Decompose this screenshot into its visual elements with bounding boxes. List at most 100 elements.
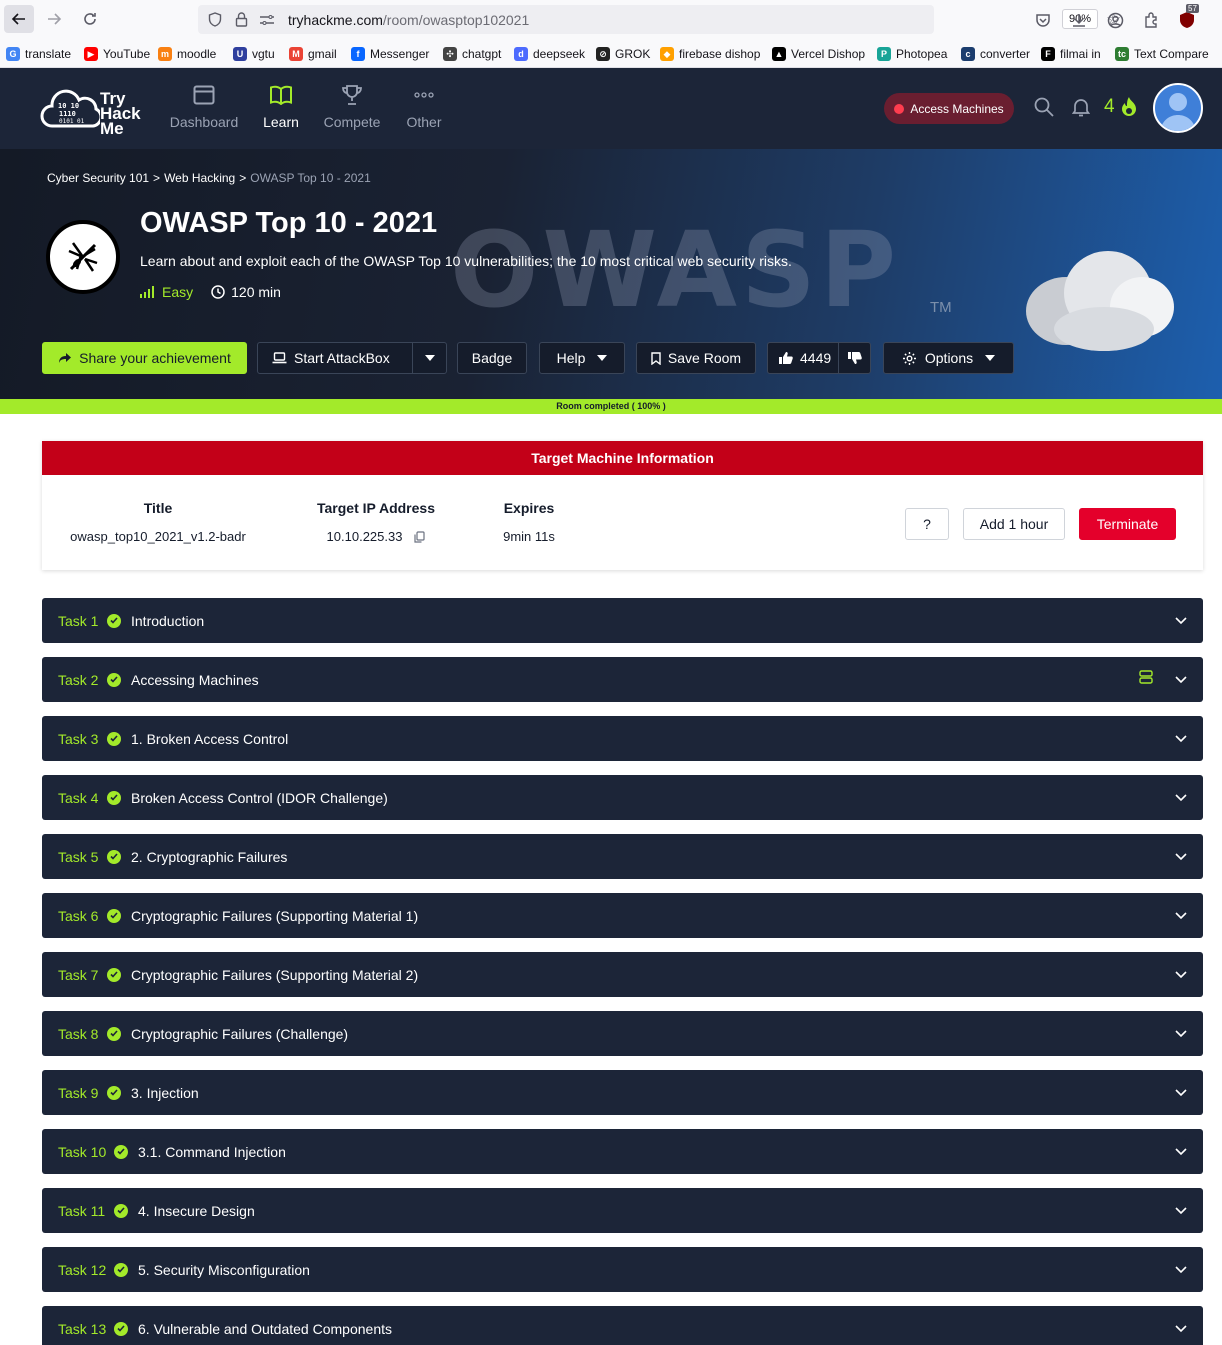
room-description: Learn about and exploit each of the OWAS… xyxy=(140,253,792,269)
chevron-down-icon[interactable] xyxy=(1175,612,1187,630)
nav-other[interactable]: Other xyxy=(384,82,464,130)
bookmark-item[interactable]: m moodle xyxy=(158,40,216,68)
extensions-icon[interactable] xyxy=(1140,9,1162,31)
bookmark-item[interactable]: ⊘ GROK xyxy=(596,40,650,68)
save-room-button[interactable]: Save Room xyxy=(636,342,756,374)
target-ip-value[interactable]: 10.10.225.33 xyxy=(327,529,403,544)
task-row[interactable]: Task 6 Cryptographic Failures (Supporting… xyxy=(42,893,1203,938)
task-row[interactable]: Task 2 Accessing Machines xyxy=(42,657,1203,702)
bookmark-favicon-icon: ▲ xyxy=(772,47,786,61)
duration-label: 120 min xyxy=(231,284,281,300)
chevron-down-icon[interactable] xyxy=(1175,848,1187,866)
task-row[interactable]: Task 4 Broken Access Control (IDOR Challe… xyxy=(42,775,1203,820)
nav-learn[interactable]: Learn xyxy=(241,82,321,130)
badge-button[interactable]: Badge xyxy=(457,342,527,374)
address-bar[interactable]: tryhackme.com/room/owasptop102021 90% ☆ xyxy=(198,5,1121,34)
add-hour-button[interactable]: Add 1 hour xyxy=(963,508,1065,540)
streak-counter[interactable]: 4 xyxy=(1104,96,1139,118)
options-button[interactable]: Options xyxy=(883,342,1014,374)
bookmark-item[interactable]: P Photopea xyxy=(877,40,947,68)
task-row[interactable]: Task 7 Cryptographic Failures (Supporting… xyxy=(42,952,1203,997)
chevron-down-icon[interactable] xyxy=(1175,1261,1187,1279)
bookmark-item[interactable]: Gtranslate xyxy=(6,40,71,68)
nav-dashboard[interactable]: Dashboard xyxy=(164,82,244,130)
bookmark-label: translate xyxy=(25,47,72,61)
nav-compete[interactable]: Compete xyxy=(312,82,392,130)
bookmark-item[interactable]: f Messenger xyxy=(351,40,429,68)
chevron-down-icon[interactable] xyxy=(1175,966,1187,984)
bookmark-item[interactable]: d deepseek xyxy=(514,40,585,68)
task-row[interactable]: Task 1 Introduction xyxy=(42,598,1203,643)
bookmark-favicon-icon: ▶ xyxy=(84,47,98,61)
bookmark-favicon-icon: ◆ xyxy=(660,47,674,61)
terminate-button[interactable]: Terminate xyxy=(1079,508,1176,540)
chevron-down-icon[interactable] xyxy=(1175,1025,1187,1043)
tryhackme-logo[interactable]: 10 10 1110 0101 01 Try Hack Me xyxy=(40,78,150,140)
search-icon[interactable] xyxy=(1034,97,1054,122)
task-title: 1. Broken Access Control xyxy=(131,730,289,747)
task-complete-check-icon xyxy=(107,790,121,805)
help-button[interactable]: Help xyxy=(539,342,625,374)
task-number: Task 12 xyxy=(58,1261,107,1278)
chevron-down-icon[interactable] xyxy=(1175,1202,1187,1220)
back-button[interactable] xyxy=(4,5,34,33)
reload-button[interactable] xyxy=(77,6,103,32)
task-number: Task 5 xyxy=(58,848,99,865)
bookmark-item[interactable]: ▲ Vercel Dishop xyxy=(772,40,865,68)
bookmark-item[interactable]: ◆ firebase dishop xyxy=(660,40,760,68)
task-row[interactable]: Task 3 1. Broken Access Control xyxy=(42,716,1203,761)
user-avatar[interactable] xyxy=(1153,83,1203,133)
nav-compete-label: Compete xyxy=(323,114,381,130)
attackbox-dropdown-toggle[interactable] xyxy=(412,343,446,373)
shield-icon[interactable] xyxy=(206,11,224,29)
chevron-down-icon[interactable] xyxy=(1175,730,1187,748)
dislike-button[interactable] xyxy=(838,343,870,373)
task-complete-check-icon xyxy=(107,672,121,687)
task-row[interactable]: Task 9 3. Injection xyxy=(42,1070,1203,1115)
bookmark-item[interactable]: Ffilmai in xyxy=(1041,40,1101,68)
start-attackbox-button[interactable]: Start AttackBox xyxy=(257,342,447,374)
server-icon[interactable] xyxy=(1139,670,1153,689)
share-achievement-button[interactable]: Share your achievement xyxy=(42,342,247,374)
breadcrumb-current: OWASP Top 10 - 2021 xyxy=(250,171,371,185)
task-row[interactable]: Task 12 5. Security Misconfiguration xyxy=(42,1247,1203,1292)
chevron-down-icon[interactable] xyxy=(1175,789,1187,807)
bookmark-item[interactable]: Uvgtu xyxy=(233,40,275,68)
bookmark-item[interactable]: tc Text Compare xyxy=(1115,40,1209,68)
bookmark-label: Text Compare xyxy=(1134,47,1209,61)
url-text[interactable]: tryhackme.com/room/owasptop102021 xyxy=(288,12,529,28)
breadcrumb-item[interactable]: Cyber Security 101 xyxy=(47,171,149,185)
bookmark-item[interactable]: ▶ YouTube xyxy=(84,40,150,68)
room-meta: Easy 120 min xyxy=(140,284,281,300)
task-number: Task 1 xyxy=(58,612,99,629)
breadcrumb-item[interactable]: Web Hacking xyxy=(164,171,235,185)
chevron-down-icon[interactable] xyxy=(1175,671,1187,689)
task-row[interactable]: Task 5 2. Cryptographic Failures xyxy=(42,834,1203,879)
pocket-icon[interactable] xyxy=(1032,9,1054,31)
bookmark-item[interactable]: c converter xyxy=(961,40,1030,68)
task-title: Cryptographic Failures (Challenge) xyxy=(131,1025,349,1042)
chevron-down-icon[interactable] xyxy=(1175,1320,1187,1338)
task-number: Task 10 xyxy=(58,1143,107,1160)
download-icon[interactable] xyxy=(1068,9,1090,31)
chevron-down-icon[interactable] xyxy=(1175,907,1187,925)
task-complete-check-icon xyxy=(114,1321,128,1336)
bookmark-item[interactable]: ✣ chatgpt xyxy=(443,40,501,68)
chevron-down-icon[interactable] xyxy=(1175,1143,1187,1161)
task-row[interactable]: Task 8 Cryptographic Failures (Challenge) xyxy=(42,1011,1203,1056)
bookmark-item[interactable]: Mgmail xyxy=(289,40,337,68)
task-row[interactable]: Task 13 6. Vulnerable and Outdated Compon… xyxy=(42,1306,1203,1345)
copy-icon[interactable] xyxy=(414,530,426,543)
like-button[interactable]: 4449 xyxy=(767,342,871,374)
access-machines-button[interactable]: Access Machines xyxy=(884,93,1014,124)
target-help-button[interactable]: ? xyxy=(905,508,949,540)
task-row[interactable]: Task 10 3.1. Command Injection xyxy=(42,1129,1203,1174)
forward-button[interactable] xyxy=(41,6,67,32)
notifications-bell-icon[interactable] xyxy=(1071,97,1091,122)
lock-icon[interactable] xyxy=(232,11,250,29)
task-row[interactable]: Task 11 4. Insecure Design xyxy=(42,1188,1203,1233)
permissions-icon[interactable] xyxy=(258,11,276,29)
chevron-down-icon[interactable] xyxy=(1175,1084,1187,1102)
account-icon[interactable] xyxy=(1104,9,1126,31)
bookmark-favicon-icon: ✣ xyxy=(443,47,457,61)
